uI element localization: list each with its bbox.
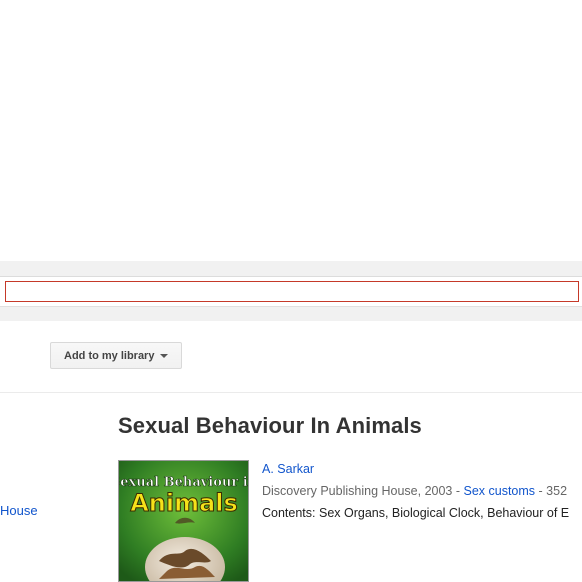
book-cover-art: Sexual Behaviour in Animals (119, 461, 249, 581)
book-cover-image[interactable]: Sexual Behaviour in Animals (118, 460, 249, 582)
book-title: Sexual Behaviour In Animals (118, 413, 422, 438)
search-input[interactable] (5, 281, 579, 302)
add-to-library-label: Add to my library (64, 349, 155, 362)
chevron-down-icon (160, 354, 169, 358)
subject-link[interactable]: Sex customs (464, 484, 536, 498)
add-to-library-button[interactable]: Add to my library (50, 342, 182, 369)
cover-title-line1: Sexual Behaviour in (119, 475, 249, 490)
cover-title-line2: Animals (130, 489, 238, 517)
author-link[interactable]: A. Sarkar (262, 462, 314, 476)
toolbar-divider (0, 392, 582, 393)
header-divider-bottom (0, 306, 582, 307)
publisher-year: Discovery Publishing House, 2003 - (262, 484, 464, 498)
sidebar-link-house[interactable]: House (0, 503, 38, 518)
top-blank-area (0, 0, 582, 261)
book-meta: Discovery Publishing House, 2003 - Sex c… (262, 484, 567, 498)
book-contents: Contents: Sex Organs, Biological Clock, … (262, 506, 570, 520)
page-count: - 352 (535, 484, 568, 498)
